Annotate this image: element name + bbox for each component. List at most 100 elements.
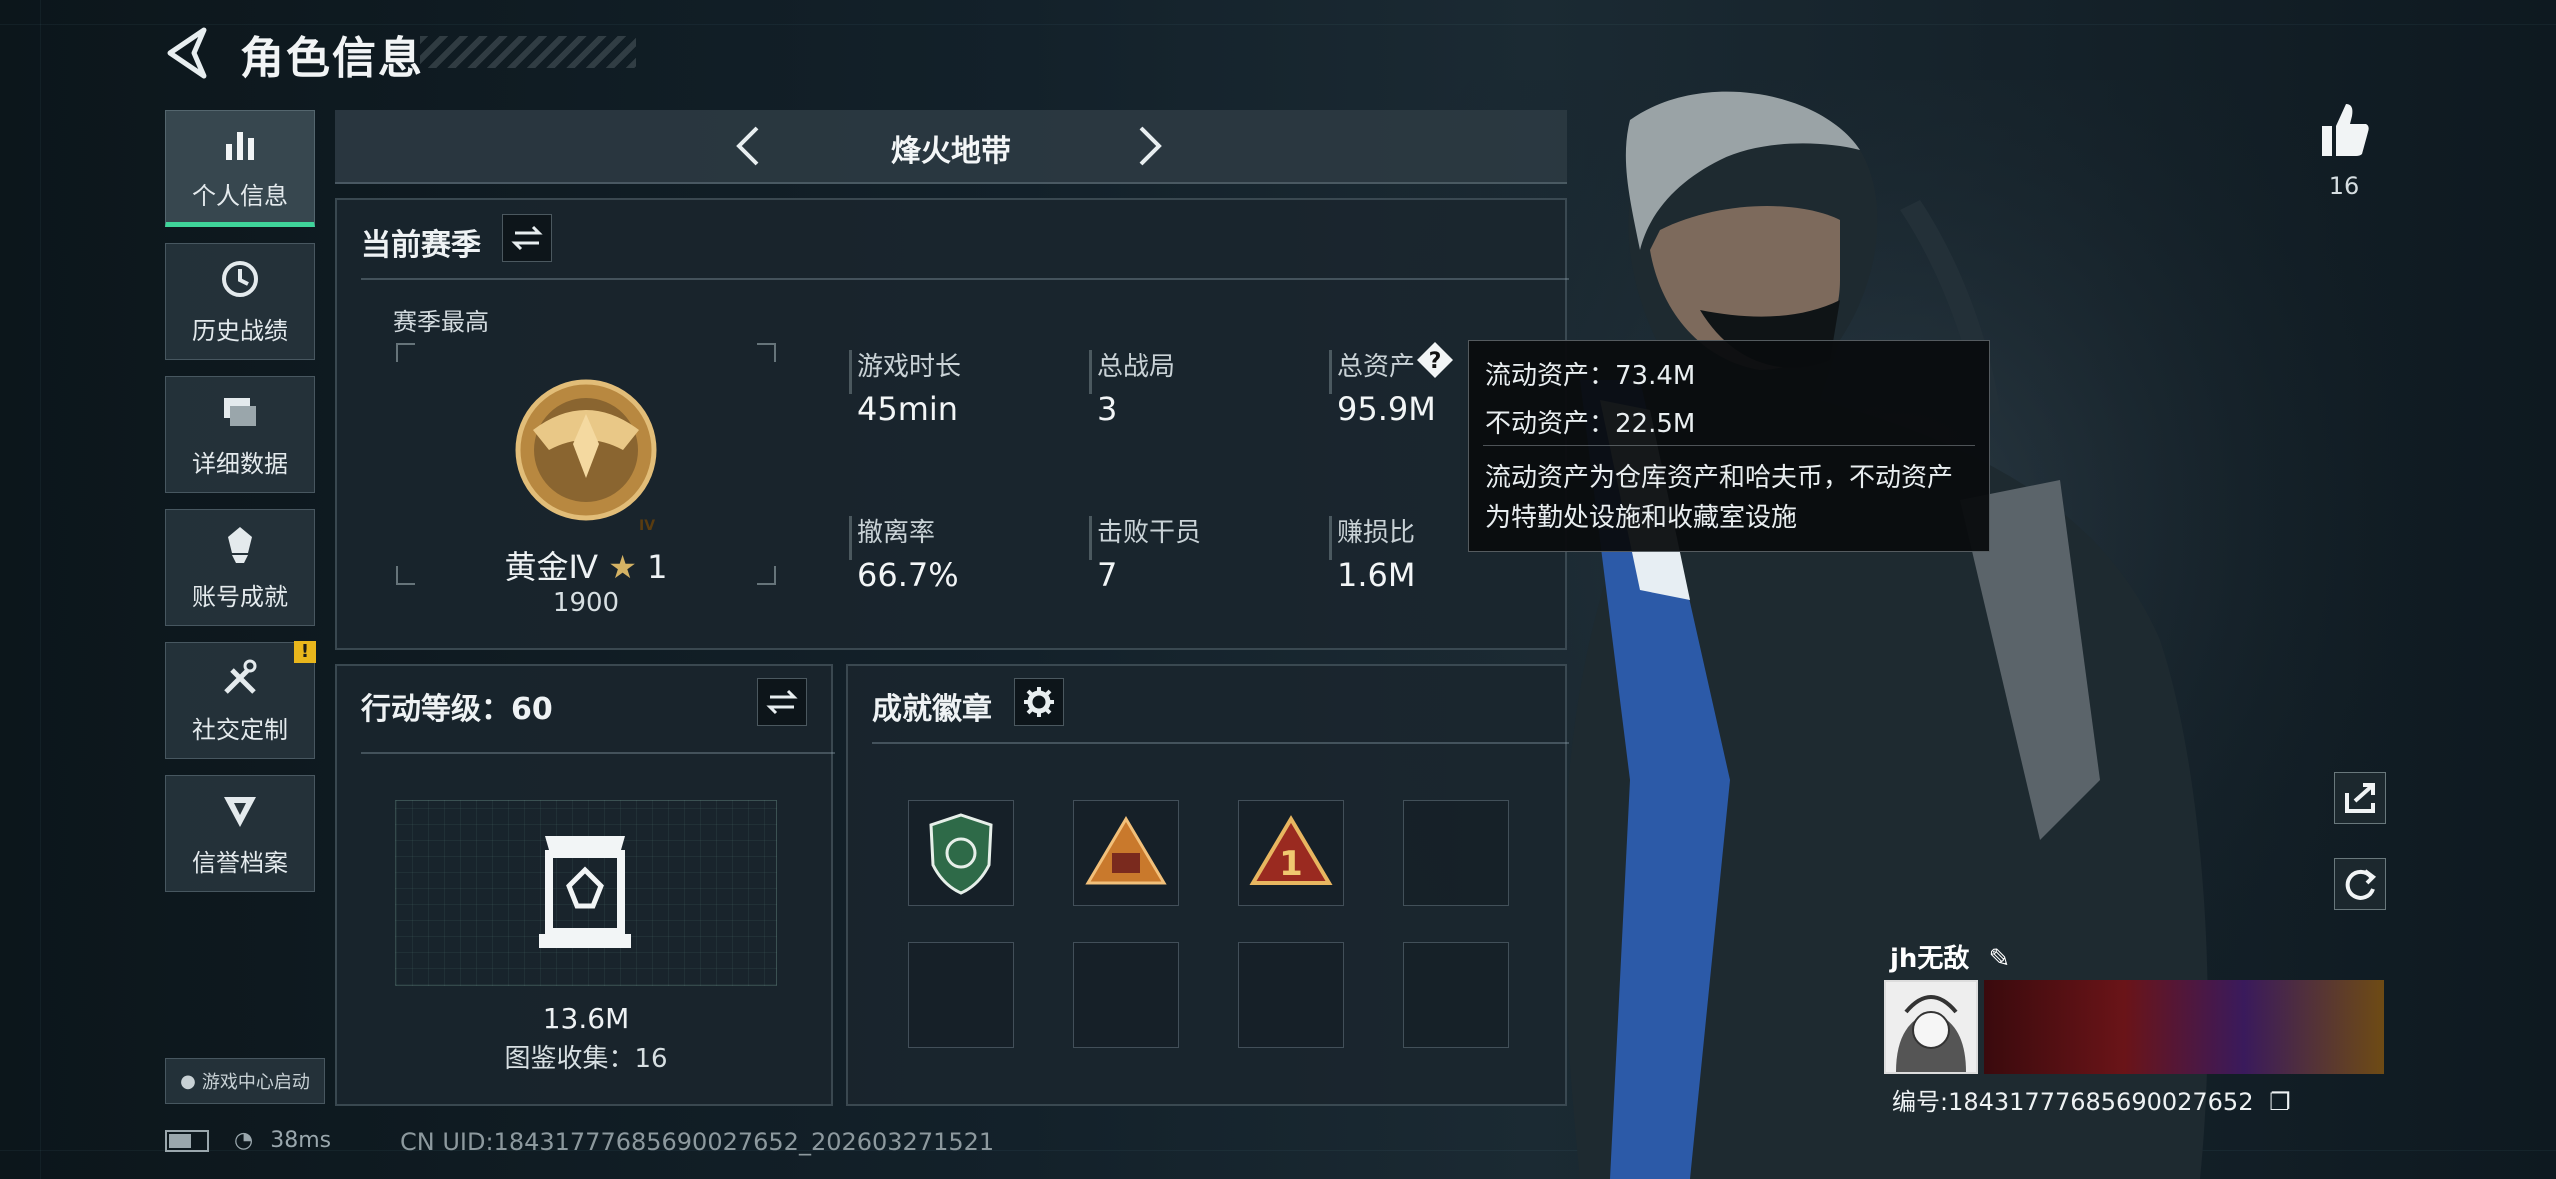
tools-icon [224, 659, 257, 694]
tooltip-desc: 为特勤处设施和收藏室设施 [1485, 503, 1798, 533]
badge-slot-empty[interactable] [1073, 942, 1179, 1048]
stat-label: 游戏时长 [857, 352, 962, 382]
divider [361, 752, 835, 754]
action-level-panel: 行动等级：60 13.6M 图鉴收集：16 [335, 664, 835, 1106]
badge-slot-empty[interactable] [1403, 942, 1509, 1048]
sidebar-item-achievements[interactable]: 账号成就 [165, 509, 315, 626]
avatar[interactable] [1884, 980, 1978, 1074]
refresh-icon [2345, 869, 2377, 900]
avatar-illustration [1886, 982, 1976, 1072]
clock-icon [222, 261, 258, 297]
like-count: 16 [2328, 172, 2360, 200]
achievement-icon [228, 527, 252, 563]
mode-selector: 烽火地带 [335, 110, 1567, 184]
rank-score: 1900 [552, 588, 620, 618]
stat-label: 撤离率 [857, 518, 936, 548]
stat-value: 66.7% [857, 556, 959, 594]
ping: 38ms [270, 1128, 332, 1153]
asset-tooltip: 流动资产：73.4M 不动资产：22.5M 流动资产为仓库资产和哈夫币，不动资产… [1468, 340, 1990, 552]
mode-name: 烽火地带 [891, 134, 1011, 169]
sidebar-item-label: 个人信息 [192, 182, 288, 210]
stat-value: 7 [1097, 556, 1118, 594]
sidebar-item-history[interactable]: 历史战绩 [165, 243, 315, 360]
number-one-triangle-badge-icon: 1 [1249, 815, 1333, 885]
divider [361, 278, 1569, 280]
chevron-right-icon[interactable] [1125, 122, 1173, 170]
status-bar: ◔ 38ms [165, 1128, 331, 1153]
orange-triangle-badge-icon [1085, 816, 1167, 885]
sidebar-item-personal-info[interactable]: 个人信息 [165, 110, 315, 227]
level-switch-button[interactable] [757, 678, 807, 726]
sidebar-item-label: 账号成就 [192, 583, 288, 611]
sidebar-item-detailed-data[interactable]: 详细数据 [165, 376, 315, 493]
green-shield-badge-icon [929, 813, 993, 895]
share-button[interactable] [2334, 772, 2386, 824]
stat-label: 赚损比 [1337, 518, 1416, 548]
season-title: 当前赛季 [361, 228, 481, 263]
svg-text:1: 1 [1279, 844, 1303, 884]
warning-badge: ! [294, 641, 316, 663]
divider [872, 742, 1569, 744]
folders-icon [224, 398, 256, 426]
rank-name: 黄金Ⅳ [504, 548, 599, 586]
swap-icon [766, 689, 798, 715]
back-arrow-icon[interactable] [160, 24, 218, 82]
collection-count: 图鉴收集：16 [504, 1044, 668, 1074]
tooltip-desc: 流动资产为仓库资产和哈夫币，不动资产 [1485, 463, 1954, 493]
stat-divider [1089, 350, 1092, 394]
grid-line [40, 0, 41, 1179]
player-name: jh无敌 [1890, 944, 1970, 974]
season-panel: 当前赛季 赛季最高 IV 黄金Ⅳ ★ 1 1900 游戏时长 45min 总战局… [335, 198, 1569, 650]
sidebar-item-label: 社交定制 [192, 716, 288, 744]
badge-slot[interactable] [1073, 800, 1179, 906]
rank-stars: 1 [647, 548, 668, 586]
edit-pencil-icon[interactable]: ✎ [1989, 944, 2011, 974]
title-decoration [420, 36, 636, 68]
badge-slot-empty[interactable] [1238, 942, 1344, 1048]
player-banner[interactable] [1984, 980, 2384, 1074]
medal-numeral: IV [639, 518, 656, 534]
stat-label: 总战局 [1097, 352, 1176, 382]
collection-value: 13.6M [542, 1002, 630, 1035]
stat-divider [849, 516, 852, 560]
achievement-badges-panel: 成就徽章 1 [846, 664, 1569, 1106]
badge-slot[interactable] [908, 800, 1014, 906]
stat-divider [1089, 516, 1092, 560]
sidebar-item-social-custom[interactable]: 社交定制 ! [165, 641, 316, 759]
action-level-title: 行动等级：60 [361, 692, 553, 727]
help-icon[interactable]: ? [1415, 340, 1455, 380]
copy-icon[interactable]: ❐ [2269, 1088, 2291, 1116]
stat-divider [1329, 350, 1332, 394]
tooltip-fixed: 不动资产：22.5M [1485, 409, 1696, 439]
sidebar-item-label: 信誉档案 [192, 849, 288, 877]
sidebar-item-label: 历史战绩 [192, 317, 288, 345]
stat-label: 总资产 [1337, 352, 1416, 382]
collection-case-icon [539, 836, 631, 948]
stat-label: 击败干员 [1097, 518, 1202, 548]
stat-divider [1329, 516, 1332, 560]
achievements-title: 成就徽章 [872, 692, 992, 727]
battery-icon [165, 1130, 209, 1152]
badge-settings-button[interactable] [1014, 678, 1064, 726]
sidebar-item-credit-record[interactable]: 信誉档案 [165, 775, 315, 892]
uid-text: CN UID:18431777685690027652_202603271521 [400, 1128, 995, 1156]
player-id-row: 编号:18431777685690027652 ❐ [1892, 1082, 2291, 1117]
badge-slot-empty[interactable] [1403, 800, 1509, 906]
stat-value: 1.6M [1337, 556, 1416, 594]
game-center-launch-button[interactable]: ● 游戏中心启动 [165, 1058, 325, 1104]
stat-divider [849, 350, 852, 394]
thumbs-up-icon[interactable] [2316, 100, 2372, 160]
bar-chart-icon [226, 132, 254, 160]
tooltip-liquid: 流动资产：73.4M [1485, 361, 1696, 391]
credit-icon [224, 797, 256, 827]
star-icon: ★ [608, 548, 637, 586]
badge-slot-empty[interactable] [908, 942, 1014, 1048]
badge-slot[interactable]: 1 [1238, 800, 1344, 906]
refresh-button[interactable] [2334, 858, 2386, 910]
season-switch-button[interactable] [502, 214, 552, 262]
gold-rank-medal-icon [515, 379, 657, 521]
bell-icon: ● [180, 1070, 196, 1092]
rank-name-row: 黄金Ⅳ ★ 1 [395, 542, 777, 588]
player-id: 编号:18431777685690027652 [1892, 1088, 2254, 1116]
wifi-icon: ◔ [234, 1128, 254, 1153]
